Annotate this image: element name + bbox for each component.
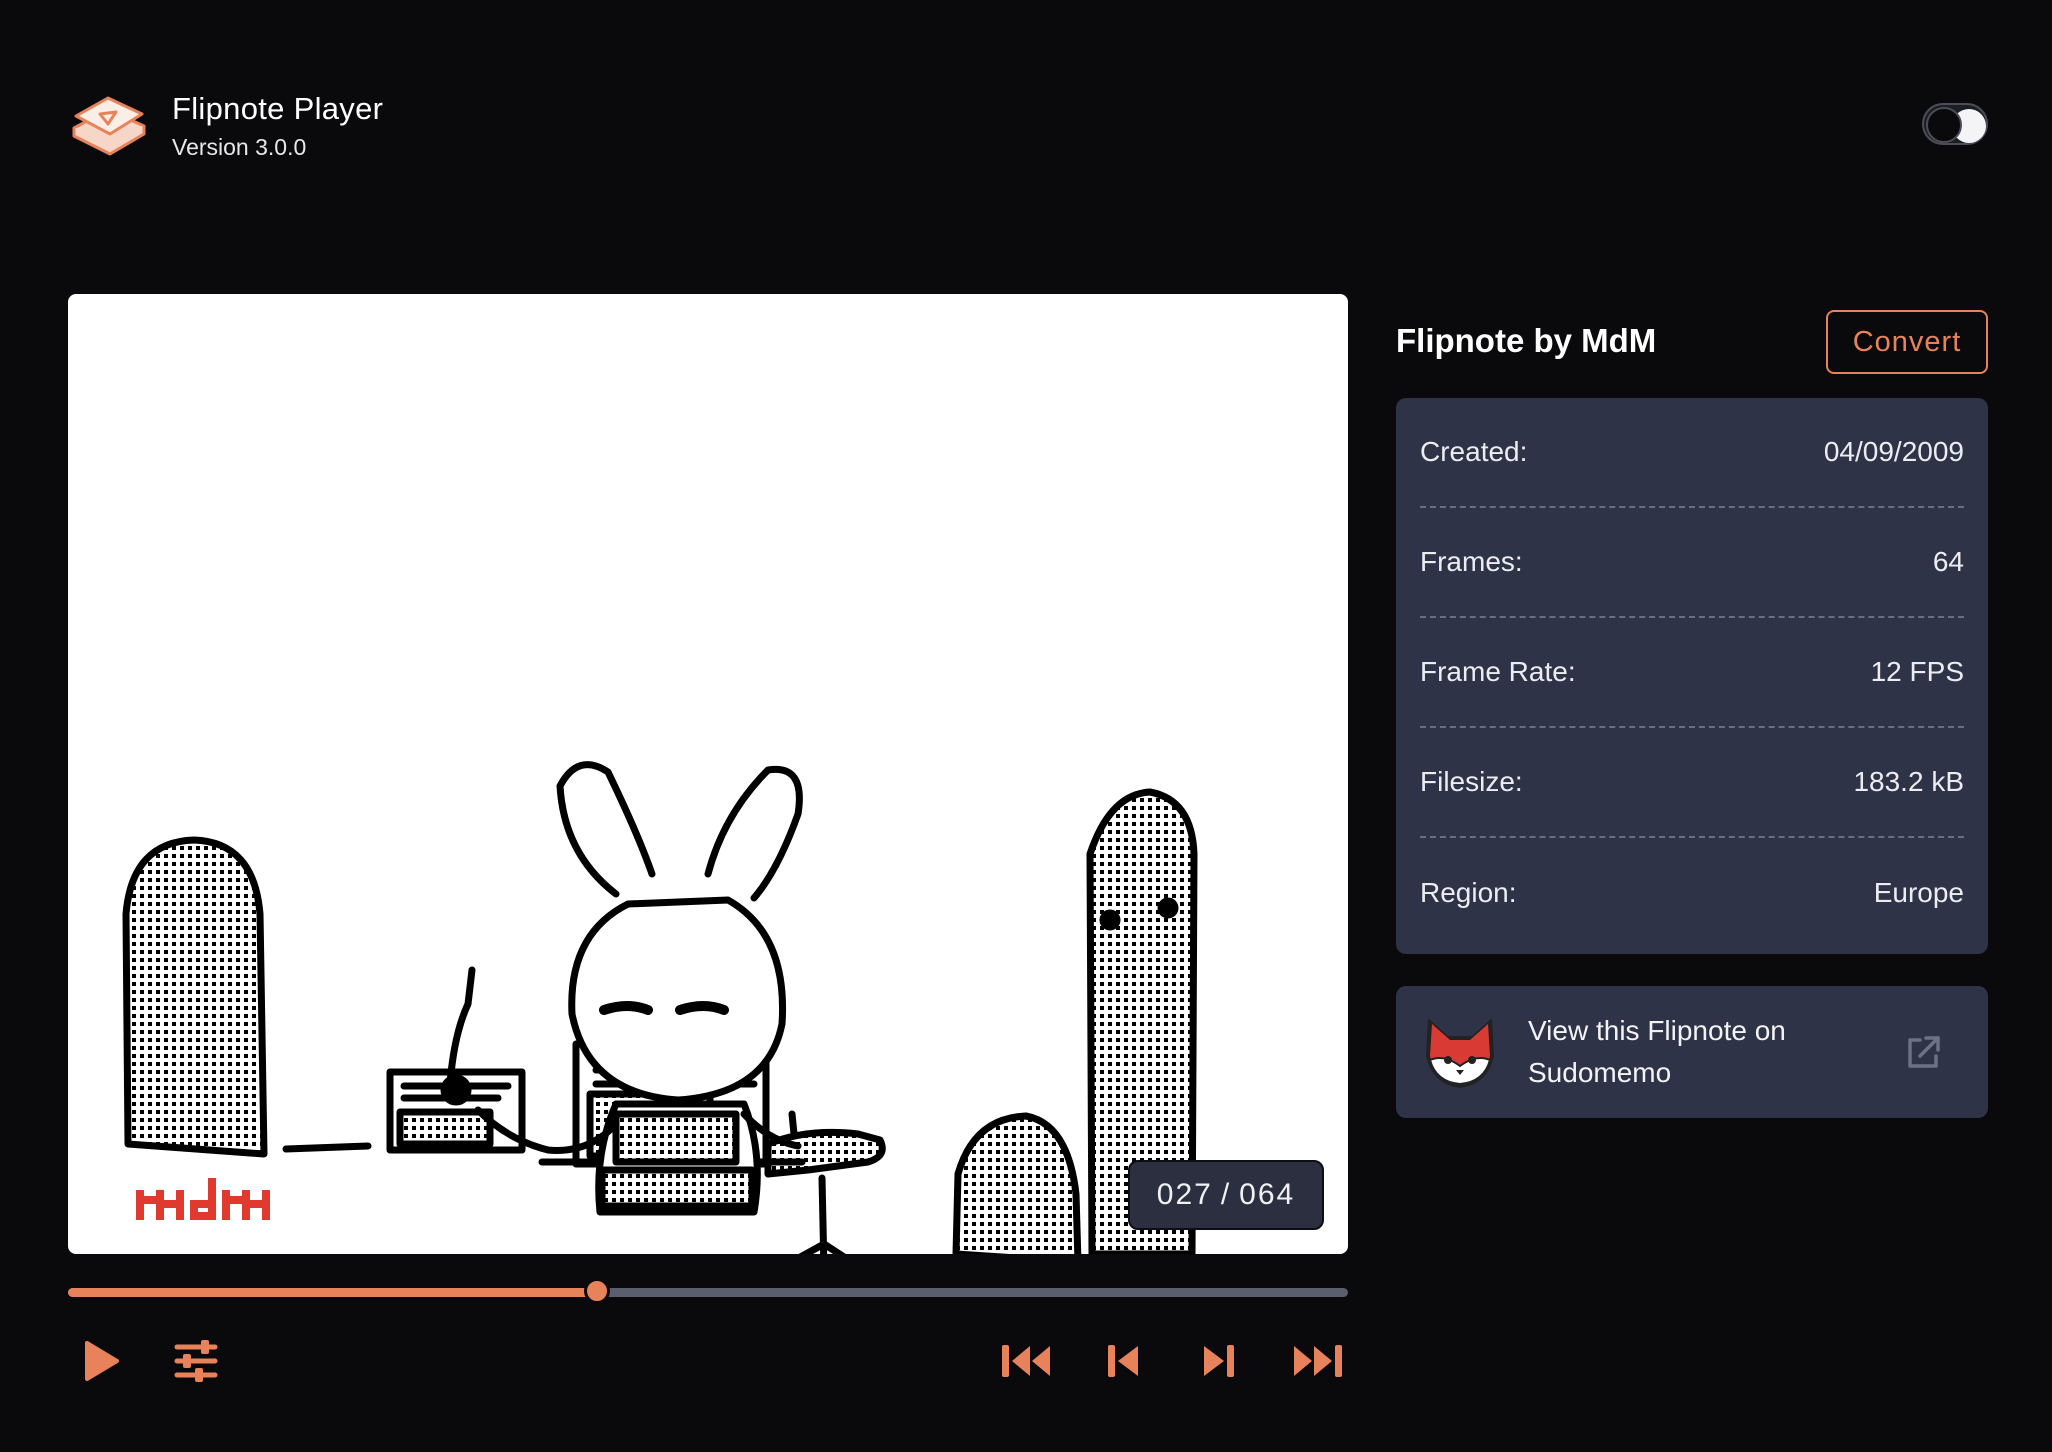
meta-value: 04/09/2009 xyxy=(1823,436,1964,467)
meta-row-frames: Frames: 64 xyxy=(1420,508,1964,618)
sudomemo-link-text: View this Flipnote on Sudomemo xyxy=(1528,1015,1786,1088)
previous-frame-button[interactable] xyxy=(1104,1336,1144,1386)
first-frame-button[interactable] xyxy=(1000,1336,1054,1386)
step-back-icon xyxy=(1108,1345,1138,1377)
meta-row-filesize: Filesize: 183.2 kB xyxy=(1420,728,1964,838)
mdm-signature xyxy=(136,1178,270,1220)
skip-first-icon xyxy=(1002,1345,1050,1377)
sliders-icon xyxy=(174,1340,218,1382)
progress-fill xyxy=(68,1288,597,1297)
progress-thumb[interactable] xyxy=(583,1278,610,1304)
last-frame-button[interactable] xyxy=(1290,1336,1344,1386)
app-header: Flipnote Player Version 3.0.0 xyxy=(68,88,383,162)
meta-label: Filesize: xyxy=(1420,766,1523,797)
meta-label: Region: xyxy=(1420,877,1517,908)
app-title: Flipnote Player xyxy=(172,90,384,126)
meta-row-region: Region: Europe xyxy=(1420,838,1964,948)
skip-last-icon xyxy=(1294,1345,1342,1377)
total-frames: 064 xyxy=(1239,1178,1296,1211)
current-frame: 027 xyxy=(1156,1178,1213,1211)
meta-value: 183.2 kB xyxy=(1853,766,1964,797)
playback-progress[interactable] xyxy=(68,1278,1348,1304)
app-version: Version 3.0.0 xyxy=(172,133,307,160)
meta-label: Frames: xyxy=(1420,546,1523,577)
meta-label: Created: xyxy=(1420,436,1528,467)
meta-row-created: Created: 04/09/2009 xyxy=(1420,398,1964,508)
settings-button[interactable] xyxy=(170,1336,222,1386)
meta-value: Europe xyxy=(1873,877,1964,908)
meta-label: Frame Rate: xyxy=(1420,656,1576,687)
dark-mode-knob xyxy=(1926,107,1962,143)
flipnote-frame-drawing xyxy=(122,761,1198,1254)
external-link-icon xyxy=(1908,1036,1940,1068)
play-icon xyxy=(85,1341,119,1381)
meta-row-frame-rate: Frame Rate: 12 FPS xyxy=(1420,618,1964,728)
flipnote-title: Flipnote by MdM xyxy=(1396,322,1657,359)
meta-value: 64 xyxy=(1932,546,1964,577)
convert-button[interactable]: Convert xyxy=(1826,310,1988,374)
flipnote-player-page: Flipnote Player Version 3.0.0 027 / 064 … xyxy=(0,0,2052,1452)
next-frame-button[interactable] xyxy=(1198,1336,1238,1386)
sudomemo-link[interactable]: View this Flipnote on Sudomemo xyxy=(1396,986,1988,1118)
meta-value: 12 FPS xyxy=(1870,656,1964,687)
frame-counter: 027 / 064 xyxy=(1128,1160,1324,1230)
sudomemo-fox-icon xyxy=(1426,1018,1494,1088)
step-forward-icon xyxy=(1204,1345,1234,1377)
metadata-card: Created: 04/09/2009 Frames: 64 Frame Rat… xyxy=(1396,398,1988,954)
play-button[interactable] xyxy=(76,1336,126,1386)
frame-separator: / xyxy=(1220,1178,1232,1211)
app-logo-icon xyxy=(72,96,146,156)
flipnote-canvas[interactable]: 027 / 064 xyxy=(68,294,1348,1254)
theme-toggle[interactable] xyxy=(1922,103,1988,145)
